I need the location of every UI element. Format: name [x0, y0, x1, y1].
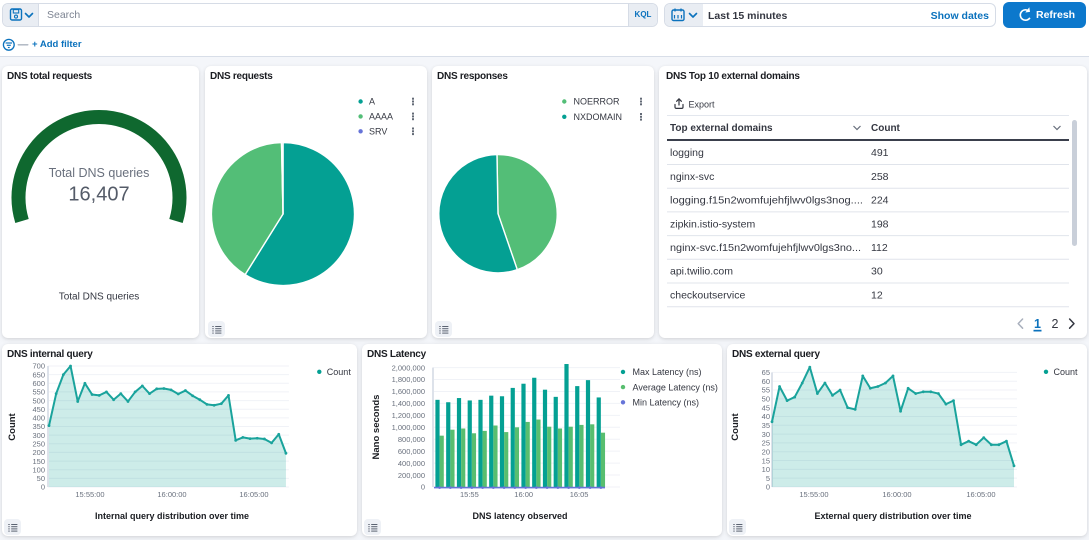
- svg-text:Min Latency (ns): Min Latency (ns): [633, 398, 700, 408]
- svg-text:40: 40: [762, 412, 770, 421]
- svg-text:Internal query distribution ov: Internal query distribution over time: [95, 511, 249, 521]
- svg-text:100: 100: [32, 465, 45, 474]
- svg-text:Count: Count: [1054, 367, 1079, 377]
- svg-text:60: 60: [762, 377, 770, 386]
- svg-text:AAAA: AAAA: [369, 112, 393, 122]
- svg-text:1,400,000: 1,400,000: [392, 399, 425, 408]
- svg-text:15:55:00: 15:55:00: [75, 490, 104, 499]
- svg-text:Count: Count: [730, 412, 741, 440]
- svg-text:5: 5: [766, 474, 770, 483]
- svg-text:logging: logging: [670, 147, 704, 159]
- svg-text:800,000: 800,000: [398, 435, 425, 444]
- svg-text:DNS latency observed: DNS latency observed: [472, 511, 567, 521]
- svg-text:500: 500: [32, 396, 45, 405]
- svg-text:700: 700: [32, 362, 45, 371]
- svg-text:api.twilio.com: api.twilio.com: [670, 266, 733, 278]
- svg-text:External query distribution ov: External query distribution over time: [814, 511, 971, 521]
- svg-text:16:00:00: 16:00:00: [882, 490, 911, 499]
- svg-text:12: 12: [871, 289, 883, 301]
- svg-text:491: 491: [871, 147, 889, 159]
- svg-text:25: 25: [762, 439, 770, 448]
- svg-text:Max Latency (ns): Max Latency (ns): [633, 367, 702, 377]
- svg-text:650: 650: [32, 370, 45, 379]
- svg-text:16:05:00: 16:05:00: [966, 490, 995, 499]
- svg-text:35: 35: [762, 421, 770, 430]
- svg-text:1,200,000: 1,200,000: [392, 411, 425, 420]
- svg-text:0: 0: [766, 483, 770, 492]
- svg-text:0: 0: [421, 483, 425, 492]
- svg-text:1,600,000: 1,600,000: [392, 387, 425, 396]
- svg-text:SRV: SRV: [369, 127, 387, 137]
- svg-text:1,800,000: 1,800,000: [392, 375, 425, 384]
- svg-text:2: 2: [1052, 317, 1059, 331]
- svg-text:30: 30: [762, 430, 770, 439]
- svg-text:A: A: [369, 97, 375, 107]
- svg-text:Total DNS queries: Total DNS queries: [49, 166, 150, 180]
- svg-text:checkoutservice: checkoutservice: [670, 289, 745, 301]
- svg-text:224: 224: [871, 195, 889, 207]
- svg-text:112: 112: [871, 242, 888, 254]
- svg-text:Count: Count: [7, 412, 18, 440]
- svg-text:16:00: 16:00: [514, 490, 533, 499]
- svg-text:198: 198: [871, 218, 889, 230]
- svg-text:16,407: 16,407: [68, 184, 129, 206]
- svg-text:15:55: 15:55: [460, 490, 479, 499]
- svg-text:55: 55: [762, 386, 770, 395]
- svg-text:450: 450: [32, 405, 45, 414]
- svg-text:15: 15: [762, 456, 770, 465]
- svg-text:400,000: 400,000: [398, 459, 425, 468]
- svg-text:300: 300: [32, 431, 45, 440]
- svg-text:1: 1: [1034, 317, 1041, 331]
- svg-text:20: 20: [762, 447, 770, 456]
- svg-text:550: 550: [32, 388, 45, 397]
- svg-text:200,000: 200,000: [398, 471, 425, 480]
- svg-text:150: 150: [32, 457, 45, 466]
- svg-text:Top external domains: Top external domains: [670, 123, 773, 134]
- svg-text:NXDOMAIN: NXDOMAIN: [574, 112, 623, 122]
- svg-text:1,000,000: 1,000,000: [392, 423, 425, 432]
- svg-text:16:05:00: 16:05:00: [239, 490, 268, 499]
- svg-text:200: 200: [32, 448, 45, 457]
- svg-text:Export: Export: [689, 100, 716, 110]
- svg-text:600,000: 600,000: [398, 447, 425, 456]
- svg-text:Average Latency (ns): Average Latency (ns): [633, 382, 718, 392]
- svg-text:600: 600: [32, 379, 45, 388]
- svg-text:50: 50: [37, 474, 45, 483]
- svg-text:nginx-svc: nginx-svc: [670, 171, 714, 183]
- svg-text:16:05: 16:05: [570, 490, 589, 499]
- svg-text:Nano seconds: Nano seconds: [371, 395, 382, 460]
- svg-text:250: 250: [32, 439, 45, 448]
- svg-text:Count: Count: [871, 123, 901, 134]
- svg-text:15:55:00: 15:55:00: [799, 490, 828, 499]
- svg-text:2,000,000: 2,000,000: [392, 363, 425, 372]
- svg-text:45: 45: [762, 403, 770, 412]
- svg-text:16:00:00: 16:00:00: [157, 490, 186, 499]
- svg-text:NOERROR: NOERROR: [574, 97, 621, 107]
- svg-text:10: 10: [762, 465, 770, 474]
- svg-text:65: 65: [762, 368, 770, 377]
- svg-text:400: 400: [32, 414, 45, 423]
- svg-text:nginx-svc.f15n2womfujehfjlwv0l: nginx-svc.f15n2womfujehfjlwv0lgs3no...: [670, 242, 861, 254]
- svg-text:Total DNS queries: Total DNS queries: [59, 292, 140, 303]
- svg-text:zipkin.istio-system: zipkin.istio-system: [670, 218, 755, 230]
- svg-text:0: 0: [41, 483, 45, 492]
- svg-text:Count: Count: [327, 367, 352, 377]
- svg-text:258: 258: [871, 171, 889, 183]
- svg-text:30: 30: [871, 266, 883, 278]
- svg-text:logging.f15n2womfujehfjlwv0lgs: logging.f15n2womfujehfjlwv0lgs3nog....: [670, 195, 863, 207]
- svg-text:350: 350: [32, 422, 45, 431]
- svg-text:50: 50: [762, 395, 770, 404]
